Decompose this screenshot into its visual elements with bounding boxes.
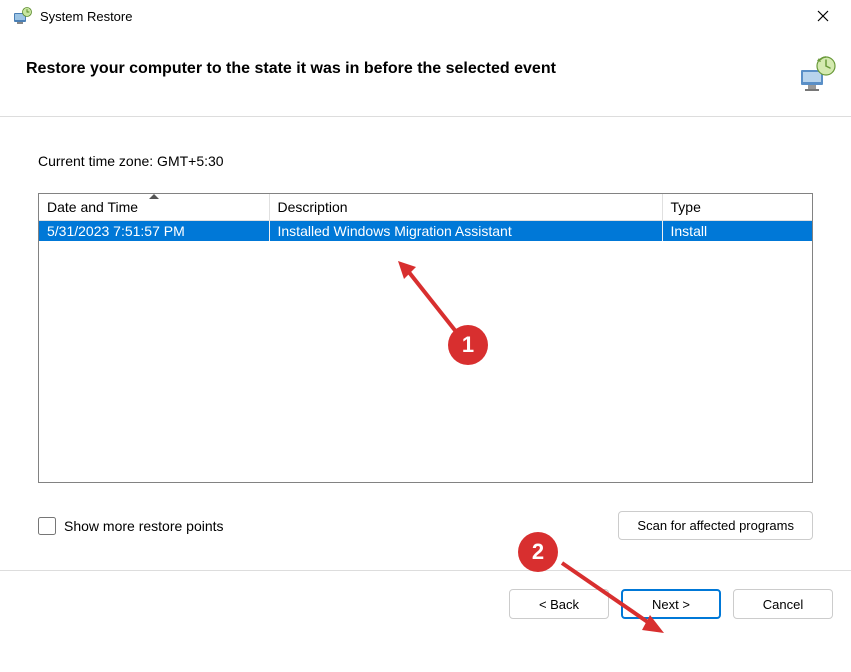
system-restore-large-icon (797, 54, 837, 94)
back-button[interactable]: < Back (509, 589, 609, 619)
footer: < Back Next > Cancel (0, 571, 851, 637)
timezone-label: Current time zone: GMT+5:30 (38, 153, 813, 169)
system-restore-icon (12, 6, 32, 26)
header: Restore your computer to the state it wa… (0, 32, 851, 116)
cell-date: 5/31/2023 7:51:57 PM (39, 221, 269, 242)
column-header-date[interactable]: Date and Time (39, 194, 269, 221)
window-title: System Restore (40, 9, 799, 24)
next-button[interactable]: Next > (621, 589, 721, 619)
scan-affected-button[interactable]: Scan for affected programs (618, 511, 813, 540)
show-more-checkbox[interactable] (38, 517, 56, 535)
close-icon (817, 10, 829, 22)
column-header-description[interactable]: Description (269, 194, 662, 221)
page-title: Restore your computer to the state it wa… (26, 54, 556, 78)
cell-description: Installed Windows Migration Assistant (269, 221, 662, 242)
titlebar: System Restore (0, 0, 851, 32)
content: Current time zone: GMT+5:30 Date and Tim… (0, 117, 851, 540)
table-header-row: Date and Time Description Type (39, 194, 812, 221)
close-button[interactable] (799, 0, 847, 32)
sort-indicator-icon (149, 194, 159, 199)
below-table-row: Show more restore points Scan for affect… (38, 511, 813, 540)
cancel-button[interactable]: Cancel (733, 589, 833, 619)
table-row[interactable]: 5/31/2023 7:51:57 PM Installed Windows M… (39, 221, 812, 242)
cell-type: Install (662, 221, 812, 242)
restore-points-table: Date and Time Description Type 5/31/2023… (38, 193, 813, 483)
column-header-type[interactable]: Type (662, 194, 812, 221)
show-more-label: Show more restore points (64, 518, 224, 534)
show-more-checkbox-wrap[interactable]: Show more restore points (38, 517, 224, 535)
